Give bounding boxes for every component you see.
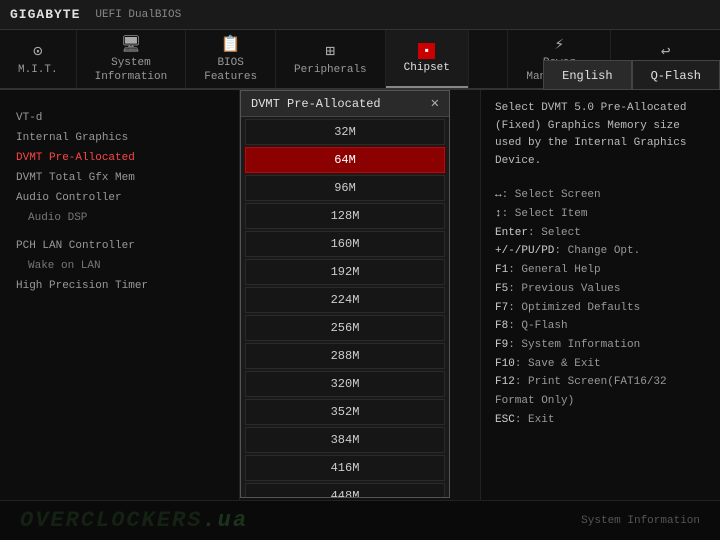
help-description: Select DVMT 5.0 Pre-Allocated (Fixed) Gr…: [495, 100, 706, 170]
sidebar-item-wake-on-lan[interactable]: Wake on LAN: [0, 256, 239, 276]
help-key-item: Enter: Select: [495, 224, 706, 243]
dvmt-dropdown: DVMT Pre-Allocated ✕ 32M64M96M128M160M19…: [240, 90, 450, 498]
dropdown-list: 32M64M96M128M160M192M224M256M288M320M352…: [241, 117, 449, 497]
top-bar: GIGABYTE UEFI DualBIOS: [0, 0, 720, 30]
dropdown-option-160m[interactable]: 160M: [245, 231, 445, 257]
dropdown-option-416m[interactable]: 416M: [245, 455, 445, 481]
help-key-item: F10: Save & Exit: [495, 355, 706, 374]
nav-item-bios-features[interactable]: 📋 BIOSFeatures: [186, 30, 276, 88]
dropdown-option-288m[interactable]: 288M: [245, 343, 445, 369]
save-exit-icon: ↩: [661, 41, 671, 61]
nav-item-chipset[interactable]: ▪ Chipset: [386, 30, 469, 88]
help-key-item: +/-/PU/PD: Change Opt.: [495, 242, 706, 261]
qflash-button[interactable]: Q-Flash: [632, 60, 720, 90]
sidebar-item-audio-controller[interactable]: Audio Controller: [0, 188, 239, 208]
bottom-version: System Information: [581, 515, 700, 527]
help-key-item: F12: Print Screen(FAT16/32 Format Only): [495, 373, 706, 410]
watermark: OVERCLOCKERS.ua: [20, 508, 248, 533]
main-layout: VT-d Internal Graphics DVMT Pre-Allocate…: [0, 90, 720, 500]
bottom-bar: OVERCLOCKERS.ua System Information: [0, 500, 720, 540]
help-key-item: F5: Previous Values: [495, 280, 706, 299]
dropdown-option-32m[interactable]: 32M: [245, 119, 445, 145]
system-info-icon: 🖥: [121, 34, 141, 54]
lang-bar: English Q-Flash: [543, 60, 720, 90]
gigabyte-logo: GIGABYTE: [10, 7, 80, 22]
nav-bios-label: BIOSFeatures: [204, 57, 257, 83]
help-key-item: F9: System Information: [495, 336, 706, 355]
nav-mit-label: M.I.T.: [18, 64, 58, 77]
sidebar-item-pch-lan[interactable]: PCH LAN Controller: [0, 236, 239, 256]
sidebar-item-high-precision-timer[interactable]: High Precision Timer: [0, 276, 239, 296]
language-button[interactable]: English: [543, 60, 631, 90]
peripherals-icon: ⊞: [326, 41, 336, 61]
help-keys: ↔: Select Screen↕: Select ItemEnter: Sel…: [495, 186, 706, 429]
sidebar-item-internal-graphics[interactable]: Internal Graphics: [0, 128, 239, 148]
bios-icon: 📋: [221, 34, 241, 54]
dropdown-option-384m[interactable]: 384M: [245, 427, 445, 453]
dropdown-option-96m[interactable]: 96M: [245, 175, 445, 201]
help-key-item: ↔: Select Screen: [495, 186, 706, 205]
nav-item-peripherals[interactable]: ⊞ Peripherals: [276, 30, 386, 88]
help-panel: Select DVMT 5.0 Pre-Allocated (Fixed) Gr…: [480, 90, 720, 500]
help-key-item: ESC: Exit: [495, 411, 706, 430]
dropdown-option-128m[interactable]: 128M: [245, 203, 445, 229]
dropdown-option-64m[interactable]: 64M: [245, 147, 445, 173]
content-area: DVMT Pre-Allocated ✕ 32M64M96M128M160M19…: [240, 90, 480, 500]
help-key-item: F7: Optimized Defaults: [495, 299, 706, 318]
sidebar-item-vt-d[interactable]: VT-d: [0, 108, 239, 128]
nav-item-mit[interactable]: ⊙ M.I.T.: [0, 30, 77, 88]
nav-item-system-information[interactable]: 🖥 SystemInformation: [77, 30, 187, 88]
close-icon[interactable]: ✕: [431, 95, 439, 112]
chipset-icon: ▪: [418, 43, 435, 59]
sidebar-item-dvmt-pre-allocated[interactable]: DVMT Pre-Allocated: [0, 148, 239, 168]
sidebar-item-audio-dsp[interactable]: Audio DSP: [0, 208, 239, 228]
nav-chipset-label: Chipset: [404, 62, 450, 75]
dropdown-option-448m[interactable]: 448M: [245, 483, 445, 497]
dropdown-option-224m[interactable]: 224M: [245, 287, 445, 313]
nav-peripherals-label: Peripherals: [294, 64, 367, 77]
dropdown-option-256m[interactable]: 256M: [245, 315, 445, 341]
dropdown-option-320m[interactable]: 320M: [245, 371, 445, 397]
nav-sysinfo-label: SystemInformation: [95, 57, 168, 83]
power-icon: ⚡: [555, 34, 565, 54]
dropdown-option-192m[interactable]: 192M: [245, 259, 445, 285]
dualbios-label: UEFI DualBIOS: [95, 9, 181, 21]
help-key-item: ↕: Select Item: [495, 205, 706, 224]
dropdown-option-352m[interactable]: 352M: [245, 399, 445, 425]
help-key-item: F8: Q-Flash: [495, 317, 706, 336]
sidebar-item-dvmt-total-gfx[interactable]: DVMT Total Gfx Mem: [0, 168, 239, 188]
sidebar: VT-d Internal Graphics DVMT Pre-Allocate…: [0, 90, 240, 500]
help-key-item: F1: General Help: [495, 261, 706, 280]
dropdown-title-bar: DVMT Pre-Allocated ✕: [241, 91, 449, 117]
dropdown-title: DVMT Pre-Allocated: [251, 97, 381, 111]
mit-icon: ⊙: [33, 41, 43, 61]
